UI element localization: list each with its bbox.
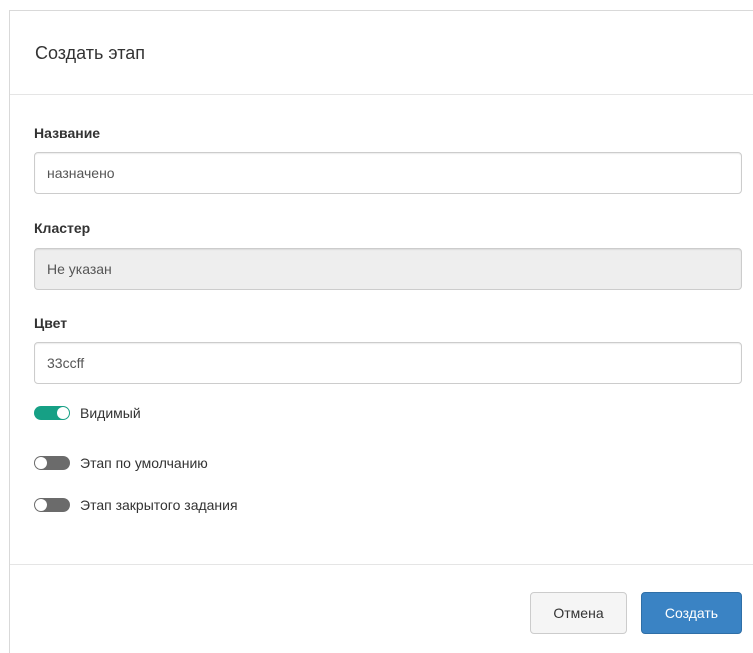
name-label: Название	[34, 125, 101, 141]
cluster-input	[34, 248, 742, 290]
dialog-body: Название Кластер Цвет Видимый Этап по ум…	[10, 95, 753, 565]
dialog-header: Создать этап	[10, 11, 753, 95]
name-input[interactable]	[34, 152, 742, 194]
toggle-visible[interactable]: Видимый	[34, 403, 141, 423]
default-stage-switch[interactable]	[34, 456, 70, 470]
visible-switch[interactable]	[34, 406, 70, 420]
dialog-footer: Отмена Создать	[10, 565, 753, 653]
create-stage-dialog: Создать этап Название Кластер Цвет Видим…	[9, 10, 753, 653]
visible-label: Видимый	[80, 405, 141, 421]
switch-knob	[57, 407, 69, 419]
create-button[interactable]: Создать	[641, 592, 742, 634]
switch-knob	[35, 499, 47, 511]
toggle-default-stage[interactable]: Этап по умолчанию	[34, 453, 208, 473]
closed-task-stage-switch[interactable]	[34, 498, 70, 512]
color-label: Цвет	[34, 315, 68, 331]
cluster-label: Кластер	[34, 220, 91, 236]
color-input[interactable]	[34, 342, 742, 384]
default-stage-label: Этап по умолчанию	[80, 455, 208, 471]
switch-knob	[35, 457, 47, 469]
dialog-title: Создать этап	[35, 43, 145, 63]
closed-task-stage-label: Этап закрытого задания	[80, 497, 238, 513]
cancel-button[interactable]: Отмена	[530, 592, 627, 634]
toggle-closed-task-stage[interactable]: Этап закрытого задания	[34, 495, 238, 515]
